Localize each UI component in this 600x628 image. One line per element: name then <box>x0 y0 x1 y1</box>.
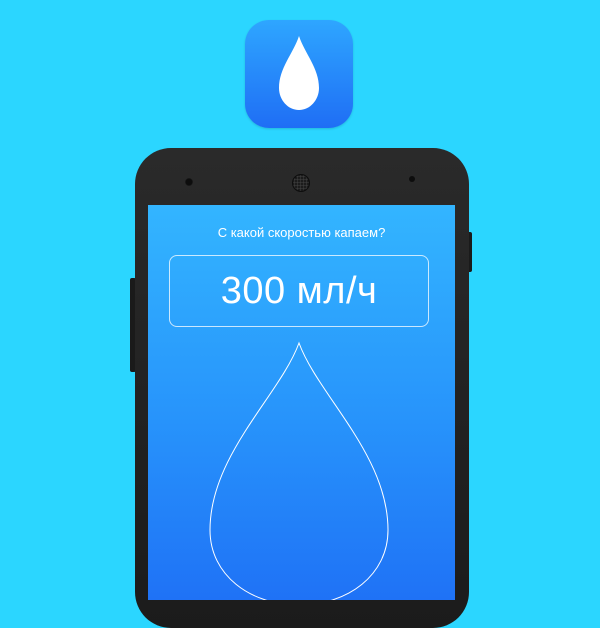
water-drop-outline-icon <box>209 341 389 600</box>
app-icon[interactable] <box>245 20 353 128</box>
earpiece-speaker <box>292 174 310 192</box>
proximity-sensor <box>409 176 415 182</box>
water-drop-icon <box>279 36 319 110</box>
front-camera <box>185 178 193 186</box>
app-screen: С какой скоростью капаем? 300 мл/ч <box>148 205 455 600</box>
